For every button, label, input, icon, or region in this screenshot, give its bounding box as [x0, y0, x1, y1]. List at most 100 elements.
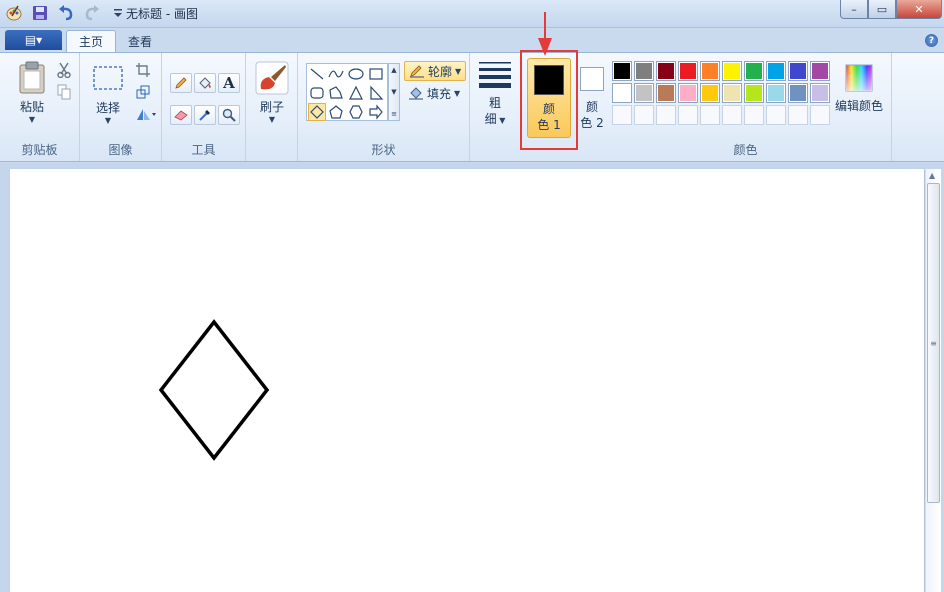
- palette-custom-slot[interactable]: [788, 105, 808, 125]
- shapes-gallery-scroll[interactable]: ▲ ▼ ≡: [388, 63, 400, 121]
- select-button[interactable]: 选择 ▼: [90, 65, 126, 125]
- shape-hexagon[interactable]: [347, 103, 365, 121]
- clipboard-group-label: 剪贴板: [21, 143, 58, 157]
- palette-swatch[interactable]: [722, 61, 742, 81]
- size-label-line2-text: 细: [484, 112, 497, 126]
- palette-swatch[interactable]: [744, 83, 764, 103]
- drawing-canvas[interactable]: [10, 169, 924, 592]
- shapes-gallery: [306, 63, 388, 121]
- palette-swatch[interactable]: [656, 83, 676, 103]
- palette-custom-slot[interactable]: [612, 105, 632, 125]
- palette-custom-slot[interactable]: [766, 105, 786, 125]
- pencil-tool[interactable]: [170, 73, 192, 93]
- brushes-button[interactable]: 刷子 ▼: [252, 61, 292, 124]
- palette-swatch[interactable]: [678, 83, 698, 103]
- text-tool[interactable]: A: [218, 73, 240, 93]
- scrollbar-thumb[interactable]: ≡: [927, 183, 940, 503]
- size-dropdown-arrow: ▼: [496, 116, 506, 125]
- tab-home[interactable]: 主页: [66, 30, 117, 52]
- shape-rounded-rectangle[interactable]: [308, 84, 326, 102]
- palette-custom-slot[interactable]: [744, 105, 764, 125]
- shape-polygon[interactable]: [327, 84, 345, 102]
- palette-swatch[interactable]: [700, 61, 720, 81]
- save-icon[interactable]: [30, 3, 50, 23]
- clipboard-group: 粘贴 ▼ 剪贴板: [0, 53, 80, 161]
- select-label: 选择: [95, 101, 120, 115]
- magnifier-tool[interactable]: [218, 105, 240, 125]
- size-button[interactable]: 粗 细 ▼: [478, 61, 512, 129]
- redo-icon[interactable]: [82, 3, 102, 23]
- palette-custom-slot[interactable]: [678, 105, 698, 125]
- shape-rectangle[interactable]: [367, 65, 385, 83]
- palette-custom-slot[interactable]: [700, 105, 720, 125]
- expand-gallery-icon: ≡: [391, 110, 397, 118]
- palette-swatch[interactable]: [612, 83, 632, 103]
- outline-dropdown[interactable]: 轮廓 ▼: [404, 61, 467, 81]
- palette-swatch[interactable]: [634, 83, 654, 103]
- palette-swatch[interactable]: [810, 61, 830, 81]
- palette-swatch[interactable]: [766, 83, 786, 103]
- scroll-up-arrow-icon[interactable]: ▲: [929, 171, 935, 180]
- resize-icon[interactable]: [134, 83, 152, 101]
- palette-swatch[interactable]: [788, 61, 808, 81]
- undo-icon[interactable]: [56, 3, 76, 23]
- text-tool-icon: A: [223, 74, 235, 92]
- shape-diamond[interactable]: [308, 103, 326, 121]
- palette-custom-slot[interactable]: [810, 105, 830, 125]
- tab-view[interactable]: 查看: [116, 30, 164, 52]
- palette-swatch[interactable]: [678, 61, 698, 81]
- file-menu-button[interactable]: ▤▾: [5, 30, 62, 50]
- maximize-button[interactable]: ▭: [868, 0, 896, 19]
- shape-oval[interactable]: [347, 65, 365, 83]
- tools-group-label: 工具: [191, 143, 216, 157]
- color-2-label-line2: 色 2: [580, 116, 604, 130]
- palette-swatch[interactable]: [766, 61, 786, 81]
- palette-swatch[interactable]: [634, 61, 654, 81]
- help-icon[interactable]: ?: [925, 34, 938, 47]
- paste-button[interactable]: 粘贴 ▼: [12, 61, 52, 124]
- palette-swatch[interactable]: [810, 83, 830, 103]
- fill-dropdown-arrow: ▼: [454, 88, 461, 98]
- highlight-box: [520, 50, 578, 150]
- shape-pentagon[interactable]: [327, 103, 345, 121]
- customize-qat-icon[interactable]: [108, 3, 128, 23]
- rotate-icon[interactable]: [134, 105, 158, 123]
- palette-swatch[interactable]: [744, 61, 764, 81]
- fill-icon: [409, 87, 423, 100]
- palette-custom-slot[interactable]: [656, 105, 676, 125]
- palette-swatch[interactable]: [722, 83, 742, 103]
- fill-dropdown[interactable]: 填充 ▼: [404, 83, 464, 103]
- shape-curve[interactable]: [327, 65, 345, 83]
- fill-bucket-icon: [199, 77, 211, 89]
- palette-swatch[interactable]: [788, 83, 808, 103]
- brushes-label: 刷子: [259, 100, 284, 114]
- close-button[interactable]: ✕: [896, 0, 942, 19]
- shape-triangle[interactable]: [347, 84, 365, 102]
- color-picker-tool[interactable]: [194, 105, 216, 125]
- palette-custom-slot[interactable]: [722, 105, 742, 125]
- window-controls: – ▭ ✕: [840, 0, 942, 19]
- eraser-tool[interactable]: [170, 105, 192, 125]
- edit-colors-button[interactable]: 编辑颜色: [834, 63, 884, 114]
- minimize-button[interactable]: –: [840, 0, 868, 19]
- color-2-swatch: [580, 67, 604, 91]
- copy-icon[interactable]: [55, 83, 73, 101]
- palette-swatch[interactable]: [612, 61, 632, 81]
- color-2-button[interactable]: 颜 色 2: [578, 65, 606, 135]
- cut-icon[interactable]: [55, 61, 73, 79]
- crop-icon[interactable]: [134, 61, 152, 79]
- shape-line[interactable]: [308, 65, 326, 83]
- palette-custom-slot[interactable]: [634, 105, 654, 125]
- size-label-line1: 粗: [488, 96, 501, 110]
- brushes-group: 刷子 ▼: [246, 53, 298, 161]
- eyedropper-icon: [199, 110, 210, 121]
- palette-swatch[interactable]: [700, 83, 720, 103]
- fill-bucket-tool[interactable]: [194, 73, 216, 93]
- canvas-diamond-shape[interactable]: [158, 319, 270, 461]
- vertical-scrollbar[interactable]: ▲ ≡: [925, 169, 941, 592]
- shape-arrow-right[interactable]: [367, 103, 385, 121]
- shape-right-triangle[interactable]: [367, 84, 385, 102]
- line-thickness-icon: [479, 62, 511, 88]
- paint-app-icon[interactable]: [4, 3, 24, 23]
- palette-swatch[interactable]: [656, 61, 676, 81]
